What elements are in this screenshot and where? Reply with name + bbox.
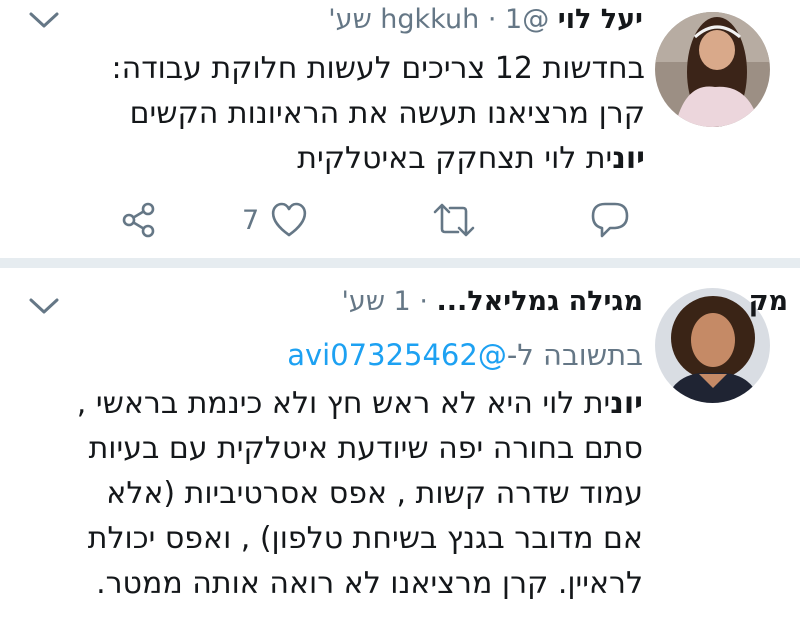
- display-name[interactable]: יעל לוי: [558, 4, 643, 35]
- timestamp[interactable]: 1 שע': [342, 286, 411, 317]
- tweet-header: יעל לוי @hgkkuh · 1 שע': [328, 4, 643, 35]
- tweet-text: יונית לוי היא לא ראש חץ ולא כינמת בראשי …: [77, 381, 643, 606]
- tweet-header: מק: [749, 286, 788, 317]
- tweet-line-rest: ית לוי היא לא ראש חץ ולא כינמת בראשי ,: [76, 386, 611, 421]
- tweet-line: עמוד שדרה קשות , אפס אסרטיביות (אלא: [106, 476, 643, 511]
- tweet-line-rest: ית לוי תצחקק באיטלקית: [297, 141, 613, 176]
- replying-to-handle[interactable]: @avi07325462: [287, 338, 507, 372]
- share-icon: [120, 201, 158, 239]
- avatar-photo: [655, 12, 770, 127]
- tweet-header: מגילה גמליאל... · 1 שע': [342, 286, 644, 317]
- tweet-line: סתם בחורה יפה שיודעת איטלקית עם בעיות: [88, 431, 643, 466]
- reply-icon: [590, 201, 630, 239]
- tweet-line: לראיין. קרן מרציאנו לא רואה אותה ממטר.: [96, 566, 643, 601]
- like-button[interactable]: 7: [242, 195, 309, 245]
- highlighted-word: יונ: [610, 386, 643, 421]
- separator-dot: ·: [487, 4, 497, 35]
- retweet-button[interactable]: [432, 195, 476, 245]
- separator-dot: ·: [419, 286, 428, 317]
- tweet-actions: 7: [0, 195, 800, 245]
- tweet-1[interactable]: יעל לוי @hgkkuh · 1 שע' בחדשות 12 צריכים…: [0, 0, 800, 258]
- share-button[interactable]: [120, 195, 158, 245]
- display-name-prefix[interactable]: מק: [749, 286, 788, 317]
- tweet-line: בחדשות 12 צריכים לעשות חלוקת עבודה:: [111, 51, 645, 86]
- avatar[interactable]: [655, 12, 770, 127]
- tweet-line: יונית לוי היא לא ראש חץ ולא כינמת בראשי …: [77, 381, 643, 426]
- tweet-2[interactable]: מק מגילה גמליאל... · 1 שע' בתשובה ל-@avi…: [0, 268, 800, 621]
- chevron-down-icon[interactable]: [28, 296, 60, 320]
- tweet-line: קרן מרציאנו תעשה את הראיונות הקשים: [129, 96, 645, 131]
- like-count: 7: [242, 204, 260, 236]
- highlighted-word: יונ: [612, 141, 645, 176]
- retweet-icon: [432, 203, 476, 237]
- tweet-line: אם מדובר בגנץ בשיחת טלפון) , ואפס יכולת: [87, 521, 643, 556]
- tweet-text: בחדשות 12 צריכים לעשות חלוקת עבודה: קרן …: [112, 46, 645, 181]
- handle[interactable]: @hgkkuh: [380, 4, 549, 35]
- heart-icon: [269, 202, 309, 238]
- tweet-line: יונית לוי תצחקק באיטלקית: [112, 136, 645, 181]
- replying-to: בתשובה ל-@avi07325462: [287, 338, 643, 372]
- tweet-divider: [0, 258, 800, 268]
- reply-button[interactable]: [590, 195, 630, 245]
- replying-to-label: בתשובה ל-: [506, 338, 643, 372]
- display-name[interactable]: מגילה גמליאל...: [437, 286, 643, 317]
- chevron-down-icon[interactable]: [28, 10, 60, 34]
